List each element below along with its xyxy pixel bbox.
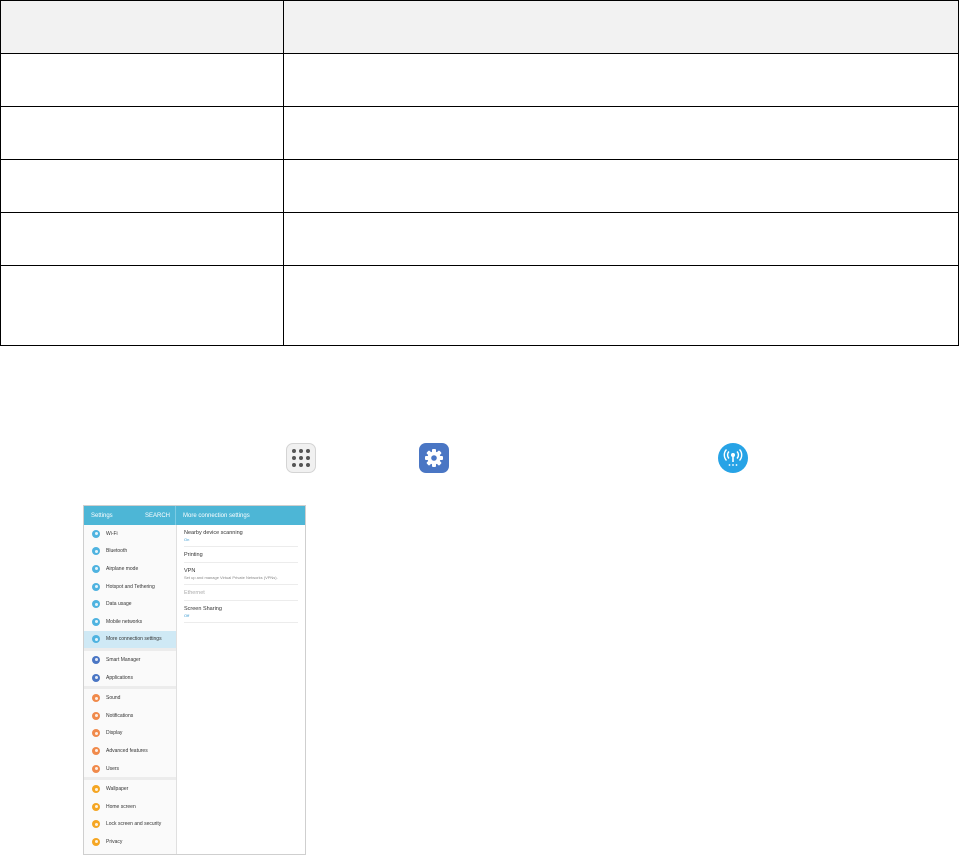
table-row xyxy=(0,106,959,160)
search-button[interactable]: SEARCH xyxy=(145,513,170,519)
info-table xyxy=(0,0,959,346)
menu-item-icon xyxy=(92,837,100,846)
menu-item[interactable]: Applications xyxy=(84,669,176,687)
table-cell xyxy=(283,159,959,213)
menu-item-icon xyxy=(92,564,100,573)
menu-item[interactable]: Bluetooth xyxy=(84,543,176,561)
menu-item[interactable]: More connection settings xyxy=(84,630,176,649)
detail-list: Nearby device scanning On Printing VPN Set u… xyxy=(177,525,305,854)
screenshot-header: Settings SEARCH More connection settings xyxy=(84,506,305,525)
table-cell xyxy=(0,106,284,160)
detail-item[interactable]: Printing xyxy=(184,547,298,563)
menu-item-label: Applications xyxy=(106,674,133,681)
menu-item[interactable]: Airplane mode xyxy=(84,560,176,578)
table-cell xyxy=(0,212,284,266)
menu-item-label: Users xyxy=(106,765,120,772)
detail-item[interactable]: VPN Set up and manage Virtual Private Net… xyxy=(184,563,298,585)
menu-item-icon xyxy=(92,802,100,811)
menu-item[interactable]: Display xyxy=(84,725,176,743)
menu-item[interactable]: Data usage xyxy=(84,595,176,613)
menu-item-label: Sound xyxy=(106,695,121,702)
table-row xyxy=(0,212,959,266)
menu-item-icon xyxy=(92,820,100,829)
menu-item[interactable]: Mobile networks xyxy=(84,613,176,631)
table-cell xyxy=(0,265,284,346)
menu-item-icon xyxy=(92,694,100,703)
menu-item-icon xyxy=(92,547,100,556)
connections-icon[interactable] xyxy=(718,443,748,473)
menu-item-label: Data usage xyxy=(106,601,132,608)
detail-item-title: Nearby device scanning xyxy=(184,530,243,536)
menu-item-label: Bluetooth xyxy=(106,548,128,555)
detail-item-title: Ethernet xyxy=(184,590,205,596)
menu-item-label: Display xyxy=(106,730,123,737)
menu-item[interactable]: Notifications xyxy=(84,707,176,725)
menu-item-icon xyxy=(92,785,100,794)
menu-item-icon xyxy=(92,655,100,664)
table-header-cell xyxy=(283,0,959,54)
table-row xyxy=(0,159,959,213)
menu-item[interactable]: Wallpaper xyxy=(84,780,176,798)
menu-item[interactable]: Sound xyxy=(84,689,176,707)
menu-item-icon xyxy=(92,746,100,755)
menu-item[interactable]: Privacy xyxy=(84,833,176,851)
menu-item-icon xyxy=(92,729,100,738)
menu-item-label: Smart Manager xyxy=(106,656,141,663)
menu-item-label: Mobile networks xyxy=(106,618,143,625)
menu-item-label: Wi-Fi xyxy=(106,530,118,537)
detail-title: More connection settings xyxy=(183,512,250,519)
table-header-cell xyxy=(0,0,284,54)
detail-item[interactable]: Nearby device scanning On xyxy=(184,525,298,547)
settings-screenshot: Settings SEARCH More connection settings… xyxy=(83,505,306,855)
menu-item-icon xyxy=(92,617,100,626)
detail-item-subtitle: Set up and manage Virtual Private Networ… xyxy=(184,575,278,580)
menu-item-icon xyxy=(92,529,100,538)
menu-item[interactable]: Lock screen and security xyxy=(84,816,176,834)
detail-item-subtitle: On xyxy=(184,537,190,542)
menu-item[interactable]: Smart Manager xyxy=(84,651,176,669)
detail-item-title: Screen Sharing xyxy=(184,606,222,612)
detail-item-title: VPN xyxy=(184,568,196,574)
menu-item-icon xyxy=(92,711,100,720)
table-cell xyxy=(283,53,959,107)
table-cell xyxy=(283,212,959,266)
menu-item[interactable]: Advanced features xyxy=(84,742,176,760)
settings-menu: Wi-Fi Bluetooth Airplane mode Hotspot and T… xyxy=(84,525,177,854)
menu-item[interactable]: Home screen xyxy=(84,798,176,816)
menu-item-label: Wallpaper xyxy=(106,786,129,793)
detail-item[interactable]: Ethernet xyxy=(184,585,298,601)
menu-item-icon xyxy=(92,673,100,682)
settings-title: Settings xyxy=(91,512,113,519)
menu-item-label: Hotspot and Tethering xyxy=(106,583,155,590)
menu-item-label: Notifications xyxy=(106,712,134,719)
table-cell xyxy=(0,159,284,213)
apps-icon[interactable] xyxy=(286,443,316,473)
menu-item-icon xyxy=(92,635,100,644)
table-header-row xyxy=(0,0,959,54)
table-cell xyxy=(0,53,284,107)
menu-item-label: Home screen xyxy=(106,803,136,810)
menu-item-label: Advanced features xyxy=(106,747,148,754)
menu-item-label: More connection settings xyxy=(106,636,162,643)
detail-item-subtitle: Off xyxy=(184,613,190,618)
menu-item-icon xyxy=(92,600,100,609)
table-cell xyxy=(283,265,959,346)
menu-item-label: Lock screen and security xyxy=(106,821,162,828)
menu-item[interactable]: Hotspot and Tethering xyxy=(84,578,176,596)
menu-item[interactable]: Wi-Fi xyxy=(84,525,176,543)
detail-item-title: Printing xyxy=(184,552,203,558)
settings-gear-icon[interactable] xyxy=(419,443,449,473)
table-row xyxy=(0,53,959,107)
menu-item-icon xyxy=(92,582,100,591)
menu-item-label: Airplane mode xyxy=(106,565,139,572)
menu-item-icon xyxy=(92,764,100,773)
table-row xyxy=(0,265,959,346)
menu-item[interactable]: Users xyxy=(84,760,176,778)
table-cell xyxy=(283,106,959,160)
step-icons-row xyxy=(0,443,959,473)
detail-item[interactable]: Screen Sharing Off xyxy=(184,601,298,623)
menu-item-label: Privacy xyxy=(106,838,123,845)
